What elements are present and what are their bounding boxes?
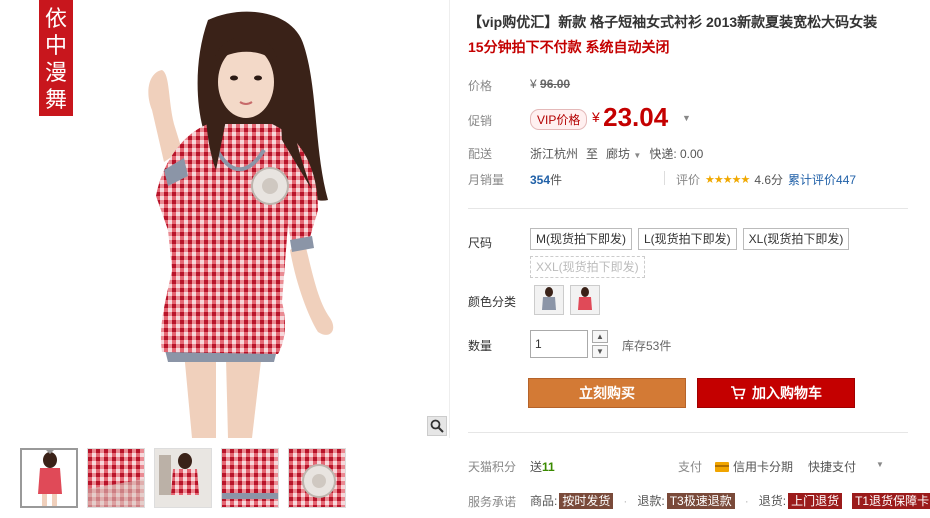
points-label: 天猫积分 [468, 460, 517, 474]
promise-prefix: 退货: [758, 494, 787, 508]
size-label: 尺码 [468, 236, 493, 250]
payment-label: 支付 [678, 460, 703, 474]
thumbnail-image [88, 449, 144, 507]
quantity-input[interactable] [530, 330, 588, 358]
currency-symbol: ¥ [530, 77, 537, 91]
quantity-increase-button[interactable]: ▲ [592, 330, 608, 343]
size-option-xxl[interactable]: XXL(现货拍下即发) [530, 256, 645, 278]
promise-tag: T1退货保障卡 [852, 492, 930, 509]
model-photo [148, 11, 334, 438]
rating-summary: 评价 ★★★★★ 4.6分 累计评价447 [676, 171, 856, 188]
thumbnail-4[interactable] [221, 448, 279, 508]
service-promises: 商品: 按时发货 · 退款: T3极速退款 · 退货: 上门退货 T1退货保障卡 [530, 492, 930, 509]
size-option-m[interactable]: M(现货拍下即发) [530, 228, 632, 250]
color-swatch-2[interactable] [570, 285, 600, 315]
ship-to-word: 至 [586, 147, 599, 161]
separator-dot: · [744, 493, 749, 508]
quick-pay-link[interactable]: 快捷支付 [808, 458, 856, 475]
chevron-down-icon[interactable]: ▼ [876, 460, 884, 469]
ship-destination-select[interactable]: 廊坊 ▼ [606, 145, 641, 162]
thumbnail-image [155, 449, 211, 507]
thumbnail-image [222, 449, 278, 507]
chevron-down-icon[interactable]: ▼ [682, 113, 692, 123]
shipping-fee: 快递: 0.00 [649, 147, 704, 161]
star-rating-icon: ★★★★★ [705, 174, 750, 186]
product-gallery: 依 中 漫 舞 [12, 0, 450, 518]
divider [664, 171, 665, 185]
credit-installment-link[interactable]: 信用卡分期 [715, 458, 793, 475]
credit-installment-label: 信用卡分期 [733, 460, 794, 474]
points-number: 11 [542, 460, 555, 474]
price-label: 价格 [468, 79, 493, 93]
promise-prefix: 商品: [530, 494, 558, 508]
original-price: ¥ 96.00 [530, 77, 570, 91]
thumbnail-5[interactable] [288, 448, 346, 508]
cart-icon [731, 386, 746, 400]
thumbnail-image [289, 449, 345, 507]
product-subtitle: 15分钟拍下不付款 系统自动关闭 [468, 39, 670, 55]
divider [468, 432, 908, 433]
shipping-info: 浙江杭州 至 廊坊 ▼ 快递: 0.00 [530, 145, 703, 162]
main-product-photo[interactable]: 依 中 漫 舞 [12, 0, 450, 438]
stock-count: 库存53件 [622, 339, 672, 353]
promo-price-value: 23.04 [603, 102, 669, 132]
sales-count: 354 [530, 173, 551, 187]
promise-tag: 上门退货 [788, 492, 843, 509]
ship-from: 浙江杭州 [530, 147, 579, 161]
reviews-link[interactable]: 累计评价447 [788, 171, 856, 188]
quantity-label: 数量 [468, 339, 493, 353]
color-swatch-1[interactable] [534, 285, 564, 315]
brand-seal-logo: 依 中 漫 舞 [39, 0, 73, 116]
divider [468, 208, 908, 209]
buy-now-button[interactable]: 立刻购买 [528, 378, 686, 408]
thumbnail-2[interactable] [87, 448, 145, 508]
swatch-image [535, 286, 563, 314]
color-options [534, 285, 600, 315]
promise-tag: 按时发货 [559, 492, 614, 509]
original-price-value: 96.00 [540, 77, 571, 91]
currency-symbol: ¥ [592, 109, 600, 125]
add-to-cart-button[interactable]: 加入购物车 [697, 378, 855, 408]
promise-item-return[interactable]: 退货: 上门退货 [758, 492, 843, 509]
size-option-xl[interactable]: XL(现货拍下即发) [742, 228, 850, 250]
sales-unit: 件 [550, 173, 563, 187]
sales-label: 月销量 [468, 173, 505, 187]
points-value: 送11 [530, 458, 555, 475]
promise-item-shipping[interactable]: 商品: 按时发货 [530, 492, 614, 509]
shipping-label: 配送 [468, 147, 493, 161]
chevron-down-icon: ▼ [633, 151, 642, 160]
add-to-cart-label: 加入购物车 [752, 385, 822, 401]
size-options: M(现货拍下即发) L(现货拍下即发) XL(现货拍下即发) XXL(现货拍下即… [530, 228, 860, 278]
product-title: 【vip购优汇】新款 格子短袖女式衬衫 2013新款夏装宽松大码女装 [468, 14, 878, 30]
thumbnail-1[interactable] [20, 448, 78, 508]
points-prefix: 送 [530, 460, 543, 474]
zoom-button[interactable] [427, 416, 447, 436]
vip-price-badge: VIP价格 [530, 109, 588, 130]
promo-price: ¥ 23.04 [592, 102, 668, 133]
quantity-decrease-button[interactable]: ▼ [592, 345, 608, 358]
thumbnail-image [22, 450, 76, 506]
promise-item-refund[interactable]: 退款: T3极速退款 [637, 492, 735, 509]
magnifier-icon [430, 419, 444, 433]
credit-card-icon [715, 461, 729, 472]
promise-tag: T3极速退款 [666, 492, 735, 509]
promise-prefix: 退款: [637, 494, 665, 508]
promise-label: 服务承诺 [468, 495, 517, 509]
color-label: 颜色分类 [468, 295, 517, 309]
promise-item-guarantee[interactable]: T1退货保障卡 [852, 492, 930, 509]
swatch-image [571, 286, 599, 314]
rating-score: 4.6分 [754, 173, 784, 187]
thumbnail-strip [20, 448, 346, 508]
thumbnail-3[interactable] [154, 448, 212, 508]
promo-label: 促销 [468, 114, 493, 128]
monthly-sales: 354件 [530, 171, 562, 188]
rating-label: 评价 [676, 173, 701, 187]
size-option-l[interactable]: L(现货拍下即发) [638, 228, 737, 250]
ship-destination: 廊坊 [606, 147, 631, 161]
separator-dot: · [623, 493, 628, 508]
